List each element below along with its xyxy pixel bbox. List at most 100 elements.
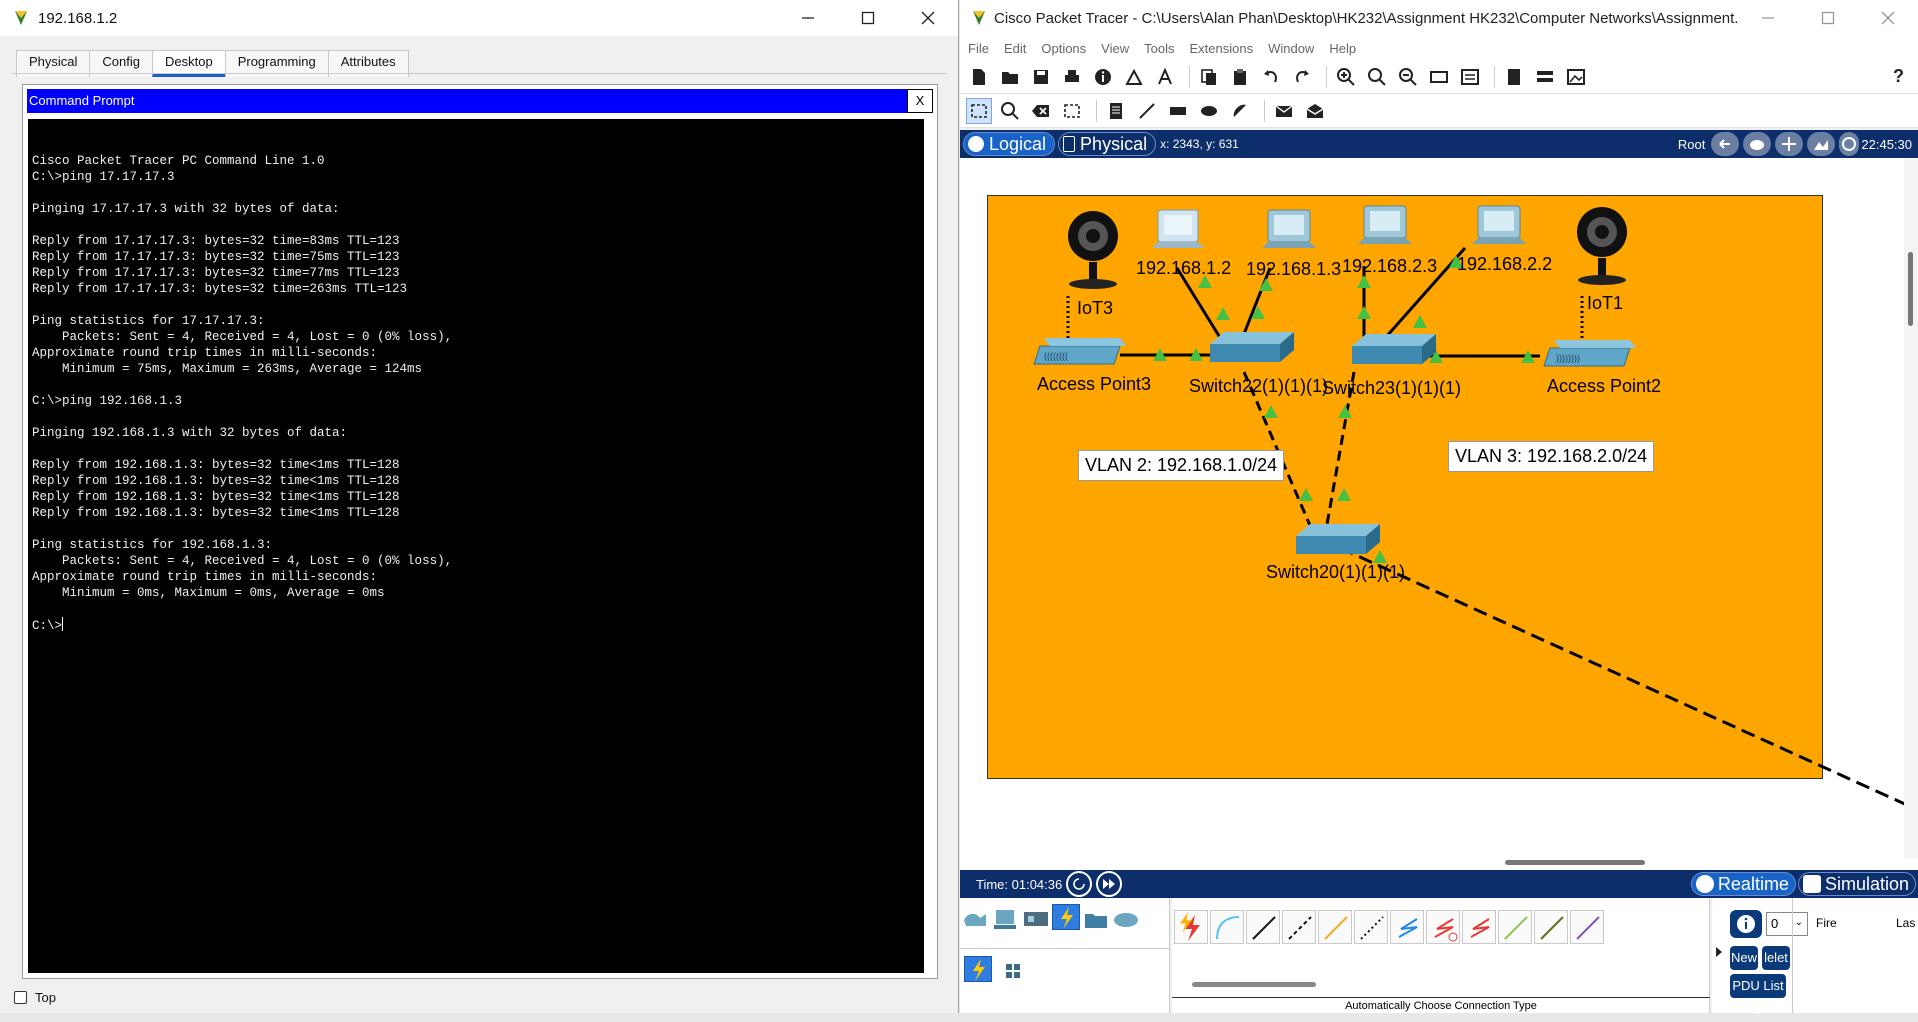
menu-view[interactable]: View: [1101, 41, 1129, 56]
add-complex-pdu-icon[interactable]: [1302, 98, 1328, 124]
help-button[interactable]: ?: [1893, 66, 1904, 87]
scenario-info-button[interactable]: [1730, 910, 1762, 938]
menu-tools[interactable]: Tools: [1144, 41, 1174, 56]
draw-ellipse-icon[interactable]: [1196, 98, 1222, 124]
end-devices-icon[interactable]: [992, 906, 1020, 932]
wizard-icon[interactable]: [1152, 64, 1178, 90]
network-devices-icon[interactable]: [962, 906, 990, 932]
new-scenario-button[interactable]: New: [1730, 946, 1758, 970]
pt-close-button[interactable]: [1858, 0, 1918, 36]
time-bar: Time: 01:04:36 Realtime Simulation: [960, 870, 1918, 898]
usb-cable-icon[interactable]: [1570, 910, 1604, 944]
image-icon[interactable]: [1563, 64, 1589, 90]
menu-extensions[interactable]: Extensions: [1189, 41, 1253, 56]
svg-text:)))))))): )))))))): [1556, 353, 1580, 363]
phone-cable-icon[interactable]: [1354, 910, 1388, 944]
expand-arrow-icon[interactable]: [1714, 946, 1724, 958]
undo-icon[interactable]: [1258, 64, 1284, 90]
coaxial-icon[interactable]: [1390, 910, 1424, 944]
logical-view-tab[interactable]: Logical: [963, 132, 1056, 156]
fast-forward-icon[interactable]: [1096, 871, 1123, 897]
network-info-icon[interactable]: [1121, 64, 1147, 90]
print-icon[interactable]: [1059, 64, 1085, 90]
workspace-horizontal-scrollbar[interactable]: [960, 856, 1904, 870]
notes-icon[interactable]: [1501, 64, 1527, 90]
command-prompt-close-button[interactable]: X: [907, 89, 933, 113]
minimize-button[interactable]: [778, 0, 838, 36]
background-image-icon[interactable]: [1807, 132, 1836, 156]
multiuser-icon[interactable]: [1112, 906, 1140, 932]
grid-icon[interactable]: [1000, 958, 1028, 984]
crossover-icon[interactable]: [1282, 910, 1316, 944]
menu-edit[interactable]: Edit: [1004, 41, 1026, 56]
place-note-icon[interactable]: [1103, 98, 1129, 124]
clock-icon[interactable]: [1839, 132, 1860, 156]
serial-dce-icon[interactable]: [1426, 910, 1460, 944]
power-cycle-icon[interactable]: [1066, 871, 1093, 897]
move-icon[interactable]: [1775, 132, 1804, 156]
realtime-mode-tab[interactable]: Realtime: [1690, 872, 1796, 896]
close-button[interactable]: [898, 0, 958, 36]
auto-connection-icon[interactable]: [1174, 910, 1208, 944]
info-icon[interactable]: [1090, 64, 1116, 90]
delete-icon[interactable]: [1028, 98, 1054, 124]
console-cable-icon[interactable]: [1210, 910, 1244, 944]
freeform-icon[interactable]: [1227, 98, 1253, 124]
delete-scenario-button[interactable]: lelet: [1762, 946, 1790, 970]
select-icon[interactable]: [966, 97, 992, 124]
vlan3-note[interactable]: VLAN 3: 192.168.2.0/24: [1448, 441, 1655, 472]
save-icon[interactable]: [1028, 64, 1054, 90]
workspace-vertical-scrollbar[interactable]: [1904, 158, 1918, 858]
menu-window[interactable]: Window: [1268, 41, 1314, 56]
draw-line-icon[interactable]: [1134, 98, 1160, 124]
scenario-select[interactable]: 0 ⌄: [1766, 912, 1808, 936]
octal-cable-icon[interactable]: [1498, 910, 1532, 944]
straight-through-icon[interactable]: [1246, 910, 1280, 944]
custom-device-icon[interactable]: [1426, 64, 1452, 90]
zoom-in-icon[interactable]: [1333, 64, 1359, 90]
draw-rectangle-icon[interactable]: [1165, 98, 1191, 124]
add-simple-pdu-icon[interactable]: [1271, 98, 1297, 124]
top-checkbox-box[interactable]: [14, 991, 27, 1004]
zoom-reset-icon[interactable]: [1364, 64, 1390, 90]
zoom-out-icon[interactable]: [1395, 64, 1421, 90]
miscellaneous-icon[interactable]: [1082, 906, 1110, 932]
terminal-line: Minimum = 0ms, Maximum = 0ms, Average = …: [32, 586, 385, 600]
pt-maximize-button[interactable]: [1798, 0, 1858, 36]
iot-custom-cable-icon[interactable]: [1534, 910, 1568, 944]
palette-icon[interactable]: [1457, 64, 1483, 90]
new-file-icon[interactable]: [966, 64, 992, 90]
pdu-list-button[interactable]: PDU List \: [1730, 974, 1786, 1017]
logical-workspace[interactable]: (((((((( )))))))) 192.168.1.2 192.168.1.…: [960, 158, 1918, 870]
fiber-icon[interactable]: [1318, 910, 1352, 944]
back-icon[interactable]: [1711, 132, 1740, 156]
pt-minimize-button[interactable]: [1738, 0, 1798, 36]
horizontal-scroll-thumb[interactable]: [1505, 860, 1645, 865]
menu-help[interactable]: Help: [1329, 41, 1356, 56]
redo-icon[interactable]: [1289, 64, 1315, 90]
terminal-output[interactable]: Cisco Packet Tracer PC Command Line 1.0 C…: [28, 119, 924, 973]
inspect-icon[interactable]: [997, 98, 1023, 124]
top-checkbox[interactable]: Top: [14, 990, 56, 1005]
switch23-label: Switch23(1)(1)(1): [1322, 378, 1462, 398]
device-template-icon[interactable]: [1532, 64, 1558, 90]
toolbar-separator: [1494, 65, 1495, 88]
maximize-button[interactable]: [838, 0, 898, 36]
vertical-scroll-thumb[interactable]: [1908, 252, 1913, 326]
connections-icon[interactable]: [1052, 904, 1080, 930]
resize-shape-icon[interactable]: [1059, 98, 1085, 124]
menu-file[interactable]: File: [968, 41, 989, 56]
simulation-mode-tab[interactable]: Simulation: [1797, 872, 1916, 896]
terminal-line: Minimum = 75ms, Maximum = 263ms, Average…: [32, 362, 423, 376]
cluster-icon[interactable]: [1743, 132, 1772, 156]
connections-scroll-thumb[interactable]: [1192, 982, 1316, 987]
components-icon[interactable]: [1022, 906, 1050, 932]
menu-options[interactable]: Options: [1041, 41, 1086, 56]
open-folder-icon[interactable]: [997, 64, 1023, 90]
paste-icon[interactable]: [1227, 64, 1253, 90]
copy-icon[interactable]: [1196, 64, 1222, 90]
connection-type-lightning-icon[interactable]: [964, 956, 992, 982]
vlan2-note[interactable]: VLAN 2: 192.168.1.0/24: [1078, 450, 1285, 481]
physical-view-tab[interactable]: Physical: [1058, 132, 1157, 156]
serial-dte-icon[interactable]: [1462, 910, 1496, 944]
